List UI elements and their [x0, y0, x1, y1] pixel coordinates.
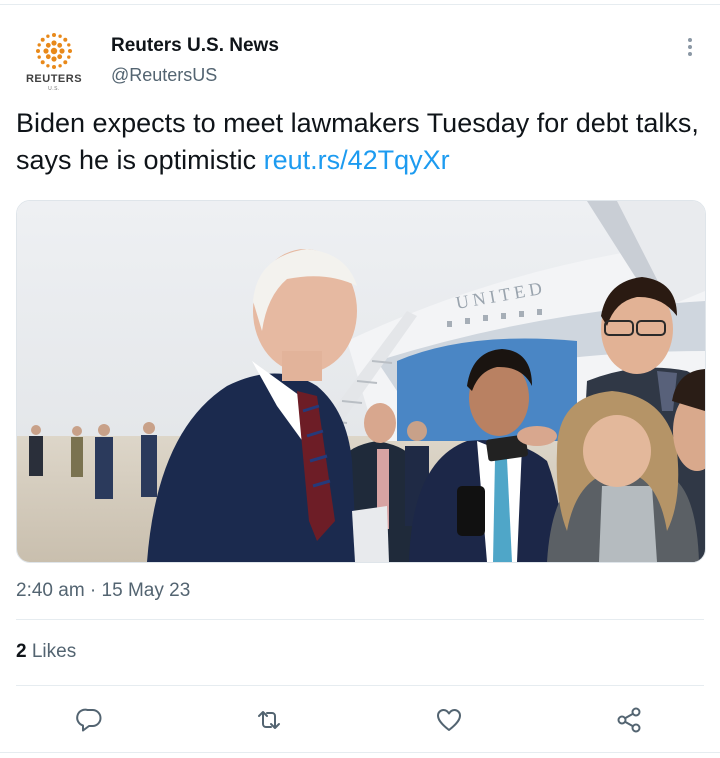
more-vertical-icon — [688, 38, 692, 56]
tweet-timestamp[interactable]: 2:40 am · 15 May 23 — [16, 580, 190, 602]
divider — [16, 685, 704, 686]
likes-summary[interactable]: 2 Likes — [16, 641, 76, 663]
more-options-button[interactable] — [682, 35, 698, 61]
news-photo-image: UNITED — [17, 201, 705, 562]
likes-count: 2 — [16, 641, 27, 662]
logo-subtext: U.S. — [48, 86, 60, 92]
logo-wordmark: REUTERS — [25, 73, 83, 85]
tweet-card: REUTERS U.S. Reuters U.S. News @ReutersU… — [0, 5, 720, 757]
tweet-photo[interactable]: UNITED — [16, 200, 706, 563]
like-button[interactable] — [434, 705, 464, 735]
reuters-logo[interactable]: REUTERS U.S. — [22, 31, 90, 97]
reply-icon — [76, 708, 102, 732]
bottom-divider — [0, 752, 720, 753]
share-button[interactable] — [614, 705, 644, 735]
author-handle[interactable]: @ReutersUS — [111, 65, 217, 86]
likes-label: Likes — [31, 641, 77, 662]
share-icon — [617, 707, 641, 733]
retweet-button[interactable] — [254, 705, 284, 735]
tweet-link[interactable]: reut.rs/42TqyXr — [264, 145, 450, 175]
tweet-body: Biden expects to meet lawmakers Tuesday … — [16, 105, 706, 179]
retweet-icon — [258, 711, 280, 729]
reuters-dots-icon — [36, 33, 72, 69]
like-icon — [437, 709, 461, 731]
reply-button[interactable] — [75, 705, 105, 735]
author-name[interactable]: Reuters U.S. News — [111, 35, 279, 57]
divider — [16, 619, 704, 620]
